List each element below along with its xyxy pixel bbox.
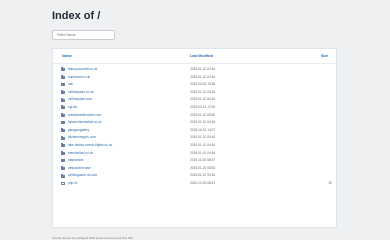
filter-name-input[interactable] [52,30,115,40]
sort-arrow-icon: ↕ [73,54,76,58]
file-icon [61,182,65,186]
entry-name-link[interactable]: nefpachive [68,157,83,165]
folder-icon [61,158,65,163]
entry-last-modified: 2019-03-13 17:00 [190,105,216,109]
entry-last-modified: 2020-12-09 08:41 [190,181,216,185]
table-row[interactable]: php.ini 2020-12-09 08:41 30 [53,180,336,188]
table-row[interactable]: nefpachive.save 2019-01-10 08:52 [53,165,336,173]
table-row[interactable]: kitchensmyyou.com 2019-01-10 04:16 [53,134,336,142]
entry-name-link[interactable]: kitchensmyyou.com [68,134,96,142]
folder-icon [61,67,65,72]
page-title: Index of / [52,10,101,22]
folder-icon [61,105,65,110]
folder-icon [61,128,65,132]
entry-name-link[interactable]: flysomeliondistrict.co.uk [68,119,102,127]
entry-name-link[interactable]: creativeartshowbiz.com [68,112,101,120]
table-row[interactable]: lake-district-scenic-flights.co.uk 2019-0… [53,142,336,150]
entry-name-link[interactable]: glasgowgallery [68,127,89,135]
column-header-name[interactable]: Name ↕ [62,54,76,58]
entry-last-modified: 2019-01-10 04:16 [190,97,216,102]
entry-last-modified: 2019-01-10 04:16 [190,150,216,155]
entry-last-modified: 2018-10-31 14:07 [190,127,216,132]
folder-icon [61,166,65,170]
table-row[interactable]: bunberart.co.uk 2019-01-10 04:16 [53,74,336,82]
entry-name-link[interactable]: celtnaxplant.com [68,96,92,104]
sort-arrow-icon: ↕ [330,54,332,58]
entry-last-modified: 2019-11-06 08:37 [190,158,215,163]
entry-last-modified: 2019-01-10 08:52 [190,165,216,170]
entry-name-link[interactable]: cgi-bin [68,104,77,112]
directory-listing-table: Name ↕ Last Modified ↕ Size ↕ tattooyourcre… [52,48,337,228]
table-row[interactable]: flysomeliondistrict.co.uk 2019-01-10 04:1… [53,119,336,127]
table-row[interactable]: glasgowgallery 2018-10-31 14:07 [53,127,336,135]
entry-last-modified: 2019-01-10 08:52 [190,112,216,117]
entry-name-link[interactable]: celtnaxplant.co.uk [68,89,94,97]
column-header-name-label: Name [62,54,72,58]
entry-last-modified: 2019-01-10 04:16 [190,89,216,94]
column-header-size-label: Size [321,54,329,58]
table-row[interactable]: creativeartshowbiz.com 2019-01-10 08:52 [53,112,336,120]
entry-name-link[interactable]: metchellturf.co.uk [68,150,93,158]
folder-icon [61,150,65,155]
folder-icon [61,112,65,117]
entry-name-link[interactable]: php.ini [68,180,77,188]
column-header-last-modified-label: Last Modified [190,54,214,58]
entry-last-modified: 2019-01-10 04:16 [190,143,216,147]
entry-name-link[interactable]: cdn [68,81,73,89]
table-row[interactable]: metchellturf.co.uk 2019-01-10 04:16 [53,150,336,158]
folder-icon [61,173,65,178]
table-row[interactable]: cgi-bin 2019-03-13 17:00 [53,104,336,112]
table-row[interactable]: cdn 2019-04-02 13:55 [53,81,336,89]
entry-last-modified: 2019-01-10 04:16 [190,135,216,140]
entry-last-modified: 2019-01-10 04:16 [190,67,216,71]
table-row[interactable]: tattooyourcrew.co.uk 2019-01-10 04:16 [53,66,336,74]
entry-name-link[interactable]: whitdogalore.uk.com [68,172,97,180]
entry-name-link[interactable]: bunberart.co.uk [68,74,90,82]
folder-icon [61,90,65,94]
entry-name-link[interactable]: tattooyourcrew.co.uk [68,66,97,74]
folder-icon [61,143,65,148]
folder-icon [61,97,65,102]
table-header: Name ↕ Last Modified ↕ Size ↕ [53,49,336,64]
entry-last-modified: 2019-04-02 13:55 [190,82,216,87]
server-footer: Proudly Served by LiteSpeed Web Server a… [52,236,133,240]
table-row[interactable]: celtnaxplant.co.uk 2019-01-10 04:16 [53,89,336,97]
folder-icon [61,120,65,125]
column-header-size[interactable]: Size ↕ [321,54,332,58]
folder-icon [61,74,65,79]
table-row[interactable]: nefpachive 2019-11-06 08:37 [53,157,336,165]
table-row[interactable]: whitdogalore.uk.com 2019-01-10 04:16 [53,172,336,180]
entry-last-modified: 2019-01-10 04:16 [190,74,216,79]
entry-last-modified: 2019-01-10 04:16 [190,173,216,178]
entry-name-link[interactable]: lake-district-scenic-flights.co.uk [68,142,112,150]
folder-icon [61,135,65,140]
entry-size: 30 [328,181,332,185]
sort-arrow-icon: ↕ [215,54,217,58]
folder-icon [61,82,65,87]
table-row[interactable]: celtnaxplant.com 2019-01-10 04:16 [53,96,336,104]
entry-name-link[interactable]: nefpachive.save [68,165,91,173]
entry-last-modified: 2019-01-10 04:16 [190,120,216,125]
column-header-last-modified[interactable]: Last Modified ↕ [190,54,217,58]
